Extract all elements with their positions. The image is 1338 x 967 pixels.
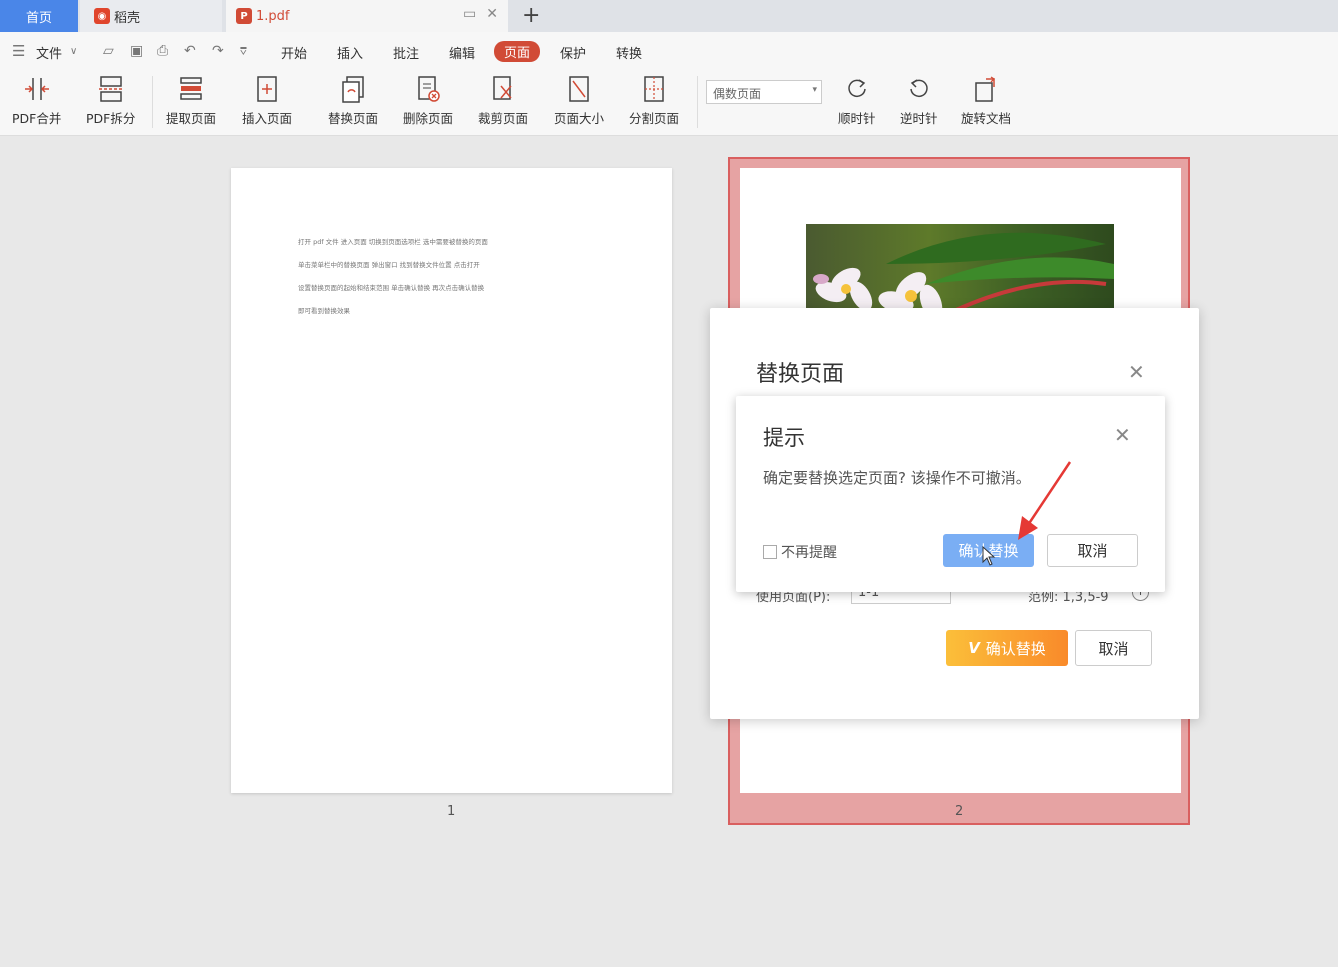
delete-page-icon: [418, 76, 440, 102]
rotate-cw-icon: [848, 79, 866, 98]
divide-page-label: 分割页面: [629, 111, 680, 126]
rotate-document-label: 旋转文档: [961, 111, 1012, 126]
menu-protect[interactable]: 保护: [560, 43, 586, 62]
menu-convert[interactable]: 转换: [616, 43, 642, 62]
merge-icon: [24, 78, 49, 100]
replace-page-icon: [342, 76, 364, 103]
tab-home[interactable]: 首页: [0, 0, 78, 32]
replace-cancel-button[interactable]: 取消: [1075, 630, 1152, 666]
tip-dialog-message: 确定要替换选定页面? 该操作不可撤消。: [763, 469, 1031, 487]
ribbon-divider: [697, 76, 698, 128]
replace-dialog-title: 替换页面: [756, 362, 845, 387]
rotate-ccw-label: 逆时针: [900, 111, 938, 126]
tip-cancel-label: 取消: [1077, 542, 1108, 560]
menu-insert[interactable]: 插入: [337, 43, 363, 62]
menu-edit[interactable]: 编辑: [449, 43, 475, 62]
print-icon[interactable]: ⎙: [157, 43, 168, 59]
page1-text-line: 单击菜单栏中的替换页面 弹出窗口 找到替换文件位置 点击打开: [298, 261, 480, 269]
rotate-ccw-icon: [910, 79, 928, 98]
extract-page-button[interactable]: 提取页面: [166, 74, 216, 127]
crop-icon: [493, 76, 512, 100]
crop-page-button[interactable]: 裁剪页面: [478, 74, 528, 127]
page1-text-line: 设置替换页面的起始和结束范围 单击确认替换 再次点击确认替换: [298, 284, 485, 292]
menu-start[interactable]: 开始: [281, 43, 307, 62]
rotate-document-icon: [975, 76, 996, 102]
new-tab-button[interactable]: +: [522, 3, 540, 28]
delete-page-button[interactable]: 删除页面: [403, 74, 453, 127]
replace-confirm-button[interactable]: V 确认替换: [946, 630, 1068, 666]
flower-image: [806, 224, 1114, 310]
pdf-merge-button[interactable]: PDF合并: [12, 74, 61, 127]
tip-dialog-title: 提示: [763, 426, 805, 450]
rotate-cw-label: 顺时针: [838, 111, 876, 126]
menu-page[interactable]: 页面: [494, 41, 541, 62]
delete-page-label: 删除页面: [403, 111, 454, 126]
insert-page-icon: [257, 76, 277, 102]
vip-icon: V: [968, 639, 980, 657]
replace-confirm-label: 确认替换: [985, 639, 1046, 658]
split-icon: [98, 76, 123, 102]
redo-icon[interactable]: ↷: [212, 43, 224, 59]
undo-icon[interactable]: ↶: [184, 43, 196, 59]
ribbon-toolbar: PDF合并 PDF拆分 提取页面 插入页面 替换页面 删除页面 裁剪页面 页面大…: [0, 70, 1338, 136]
page-number-2: 2: [955, 804, 964, 819]
crop-page-label: 裁剪页面: [478, 111, 529, 126]
pin-icon[interactable]: ▭: [463, 6, 476, 22]
daoke-icon: ◉: [94, 8, 110, 24]
pdf-split-label: PDF拆分: [86, 111, 136, 126]
replace-page-label: 替换页面: [328, 111, 379, 126]
pdf-split-button[interactable]: PDF拆分: [86, 74, 135, 127]
extract-icon: [180, 77, 202, 100]
page-size-label: 页面大小: [554, 111, 605, 126]
open-icon[interactable]: ▱: [103, 43, 114, 59]
no-remind-checkbox[interactable]: 不再提醒: [763, 542, 837, 562]
ribbon-divider: [152, 76, 153, 128]
tab-bar: 首页 ◉ 稻壳 P 1.pdf ▭ ✕ +: [0, 0, 1338, 32]
close-icon[interactable]: ✕: [486, 6, 498, 22]
tab-daoke[interactable]: ◉ 稻壳: [80, 0, 222, 32]
mouse-cursor-icon: [982, 546, 996, 566]
rotate-clockwise-button[interactable]: 顺时针: [838, 74, 876, 127]
divide-page-icon: [644, 76, 664, 102]
page-range-select[interactable]: 偶数页面 ▾: [706, 80, 822, 104]
annotation-arrow-icon: [1018, 461, 1072, 540]
pdf-merge-label: PDF合并: [12, 111, 62, 126]
page1-text-line: 打开 pdf 文件 进入页面 切换到页面选项栏 选中需要被替换的页面: [298, 238, 488, 246]
page-size-icon: [569, 76, 589, 102]
tab-pdf[interactable]: P 1.pdf ▭ ✕: [226, 0, 508, 32]
rotate-counterclockwise-button[interactable]: 逆时针: [900, 74, 938, 127]
hamburger-icon[interactable]: ☰: [12, 42, 25, 60]
dropdown-arrow-icon: ▾: [812, 85, 817, 95]
insert-page-button[interactable]: 插入页面: [242, 74, 292, 127]
tab-home-label: 首页: [25, 10, 52, 26]
save-icon[interactable]: ▣: [130, 43, 143, 59]
menu-annotate[interactable]: 批注: [393, 43, 419, 62]
replace-dialog-close-icon[interactable]: ✕: [1128, 360, 1145, 384]
no-remind-label: 不再提醒: [781, 545, 837, 561]
replace-cancel-label: 取消: [1098, 639, 1129, 658]
checkbox-box[interactable]: [763, 545, 777, 559]
menu-bar: ☰ 文件 ∨ ▱ ▣ ⎙ ↶ ↷ ⩢ 开始 插入 批注 编辑 页面 保护 转换: [0, 32, 1338, 70]
divide-page-button[interactable]: 分割页面: [629, 74, 679, 127]
page-size-button[interactable]: 页面大小: [554, 74, 604, 127]
flower-picture: [813, 232, 1114, 310]
tab-pdf-label: 1.pdf: [256, 8, 290, 24]
rotate-document-button[interactable]: 旋转文档: [961, 74, 1011, 127]
customize-icon[interactable]: ⩢: [240, 45, 247, 59]
insert-page-label: 插入页面: [242, 111, 293, 126]
tip-dialog-close-icon[interactable]: ✕: [1114, 423, 1131, 447]
replace-page-button[interactable]: 替换页面: [328, 74, 378, 127]
menu-file[interactable]: 文件: [36, 43, 62, 62]
pdf-icon: P: [236, 8, 252, 24]
chevron-down-icon[interactable]: ∨: [70, 46, 77, 57]
page-range-value: 偶数页面: [713, 87, 762, 101]
page-thumbnail-1[interactable]: 打开 pdf 文件 进入页面 切换到页面选项栏 选中需要被替换的页面 单击菜单栏…: [231, 168, 672, 793]
page1-text-line: 即可看到替换效果: [298, 307, 350, 315]
tab-daoke-label: 稻壳: [114, 10, 141, 26]
extract-page-label: 提取页面: [166, 111, 217, 126]
page-number-1: 1: [447, 804, 456, 819]
